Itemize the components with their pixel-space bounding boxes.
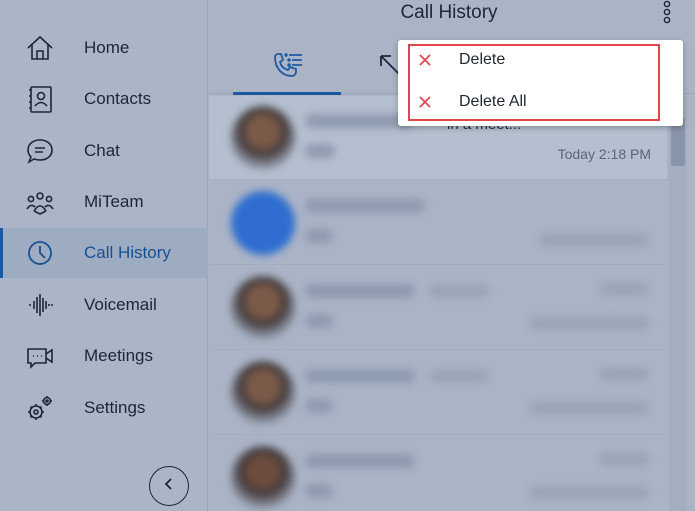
close-icon bbox=[418, 53, 432, 67]
avatar bbox=[231, 361, 295, 425]
timestamp-redacted bbox=[529, 486, 649, 500]
page-title: Call History bbox=[400, 2, 498, 23]
tab-all-calls[interactable] bbox=[233, 34, 341, 94]
gear-icon bbox=[24, 392, 56, 424]
sidebar-item-label: Meetings bbox=[84, 346, 153, 365]
sidebar: Home Contacts Chat MiTeam Call History V… bbox=[0, 0, 208, 511]
chat-icon bbox=[24, 135, 56, 167]
duration-redacted bbox=[599, 282, 649, 296]
avatar bbox=[231, 191, 295, 255]
tab-active-indicator bbox=[233, 92, 341, 95]
sidebar-item-label: Voicemail bbox=[84, 295, 157, 314]
status-redacted bbox=[429, 369, 489, 383]
menu-item-label: Delete bbox=[459, 51, 506, 68]
sidebar-item-label: Home bbox=[84, 38, 130, 57]
sidebar-item-chat[interactable]: Chat bbox=[0, 126, 208, 176]
home-icon bbox=[24, 32, 56, 64]
call-timestamp: Today 2:18 PM bbox=[557, 146, 651, 162]
list-item[interactable] bbox=[209, 181, 667, 265]
sidebar-item-call-history[interactable]: Call History bbox=[0, 228, 208, 278]
call-type-redacted bbox=[305, 144, 335, 158]
list-item[interactable] bbox=[209, 351, 667, 435]
sidebar-item-settings[interactable]: Settings bbox=[0, 383, 208, 433]
duration-redacted bbox=[599, 367, 649, 381]
avatar bbox=[231, 106, 295, 170]
voicemail-icon bbox=[24, 289, 56, 321]
call-type-redacted bbox=[305, 399, 333, 413]
list-item[interactable] bbox=[209, 266, 667, 350]
menu-item-label: Delete All bbox=[459, 93, 527, 110]
sidebar-item-contacts[interactable]: Contacts bbox=[0, 74, 208, 124]
sidebar-item-voicemail[interactable]: Voicemail bbox=[0, 280, 208, 330]
menu-item-delete-all[interactable]: Delete All bbox=[410, 86, 658, 122]
call-type-redacted bbox=[305, 229, 333, 243]
sidebar-item-label: Call History bbox=[84, 243, 171, 262]
clock-icon bbox=[24, 237, 56, 269]
timestamp-redacted bbox=[539, 233, 649, 247]
sidebar-item-miteam[interactable]: MiTeam bbox=[0, 177, 208, 227]
timestamp-redacted bbox=[529, 316, 649, 330]
chevron-left-icon bbox=[162, 477, 176, 496]
sidebar-item-label: Settings bbox=[84, 398, 146, 417]
avatar bbox=[231, 276, 295, 340]
avatar bbox=[231, 446, 295, 510]
call-type-redacted bbox=[305, 314, 333, 328]
duration-redacted bbox=[599, 452, 649, 466]
contact-name-redacted bbox=[305, 369, 415, 383]
contacts-icon bbox=[24, 83, 56, 115]
sidebar-item-label: MiTeam bbox=[84, 192, 144, 211]
contact-name-redacted bbox=[305, 454, 415, 468]
video-icon bbox=[24, 340, 56, 372]
status-redacted bbox=[429, 284, 489, 298]
call-history-list: in a meet... Today 2:18 PM bbox=[209, 96, 667, 511]
more-options-button[interactable] bbox=[660, 0, 674, 26]
contact-name-redacted bbox=[305, 284, 415, 298]
scrollbar[interactable] bbox=[669, 96, 687, 511]
menu-item-delete[interactable]: Delete bbox=[410, 44, 658, 80]
sidebar-item-home[interactable]: Home bbox=[0, 23, 208, 73]
more-vertical-icon bbox=[660, 0, 674, 30]
list-item[interactable] bbox=[209, 436, 667, 511]
sidebar-item-label: Contacts bbox=[84, 89, 152, 108]
collapse-sidebar-button[interactable] bbox=[149, 466, 189, 506]
sidebar-item-label: Chat bbox=[84, 141, 120, 160]
timestamp-redacted bbox=[529, 401, 649, 415]
phone-list-icon bbox=[271, 51, 305, 86]
close-icon bbox=[418, 95, 432, 109]
contact-name-redacted bbox=[305, 199, 425, 213]
team-icon bbox=[24, 186, 56, 218]
sidebar-item-meetings[interactable]: Meetings bbox=[0, 331, 208, 381]
call-type-redacted bbox=[305, 484, 333, 498]
